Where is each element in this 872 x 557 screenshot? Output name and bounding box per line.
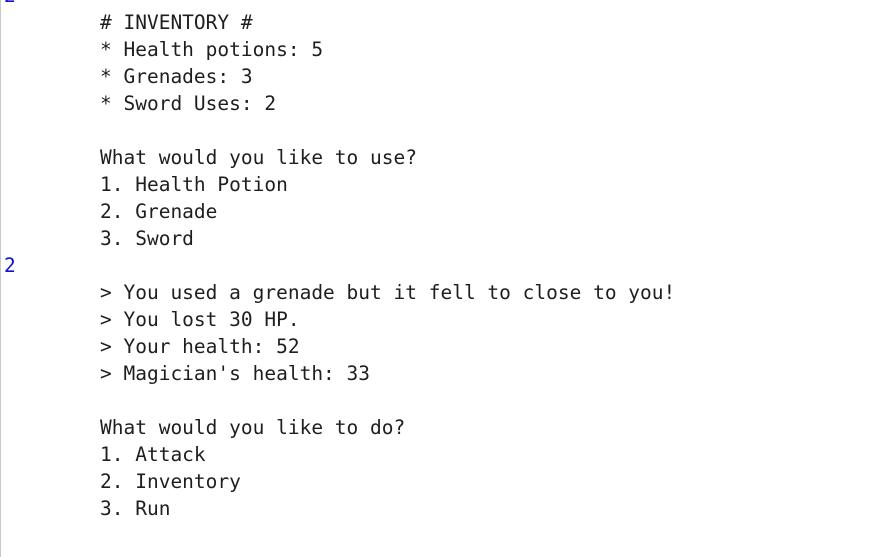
user-input-line: 2 [0, 0, 872, 9]
do-option-attack: 1. Attack [100, 443, 206, 466]
do-option-inventory: 2. Inventory [100, 470, 241, 493]
inventory-item-sword-uses: * Sword Uses: 2 [100, 92, 277, 115]
do-prompt: What would you like to do? [100, 416, 406, 439]
use-option-sword: 3. Sword [100, 227, 194, 250]
use-option-health-potion: 1. Health Potion [100, 173, 288, 196]
result-line-your-health: > Your health: 52 [100, 335, 300, 358]
inventory-item-grenades: * Grenades: 3 [100, 65, 253, 88]
use-option-grenade: 2. Grenade [100, 200, 218, 223]
use-prompt: What would you like to use? [100, 146, 417, 169]
do-option-run: 3. Run [100, 497, 171, 520]
inventory-header: # INVENTORY # [100, 11, 253, 34]
result-line-grenade: > You used a grenade but it fell to clos… [100, 281, 676, 304]
inventory-item-health-potions: * Health potions: 5 [100, 38, 324, 61]
console-output[interactable]: 2 # INVENTORY # * Health potions: 5 * Gr… [0, 0, 872, 522]
user-input-line: 2 [4, 254, 16, 277]
result-line-hp-lost: > You lost 30 HP. [100, 308, 300, 331]
result-line-magician-health: > Magician's health: 33 [100, 362, 371, 385]
